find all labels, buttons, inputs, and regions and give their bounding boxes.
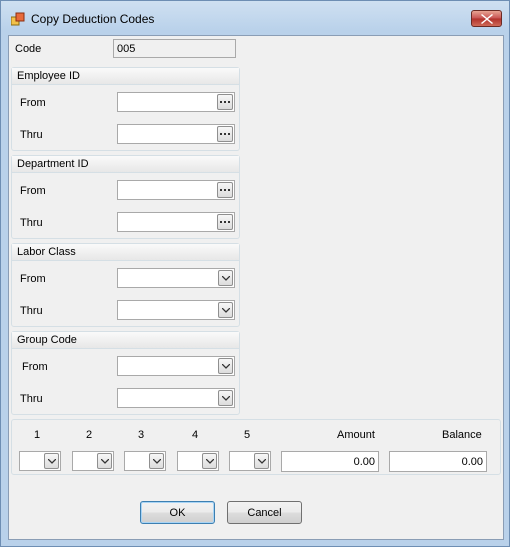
- chevron-down-icon: [222, 364, 230, 369]
- period-1-select[interactable]: [19, 451, 61, 471]
- balance-input[interactable]: 0.00: [389, 451, 487, 472]
- period-2-dropdown-button[interactable]: [97, 453, 112, 469]
- department-id-from-browse-button[interactable]: [217, 182, 233, 198]
- period-2-select[interactable]: [72, 451, 114, 471]
- close-icon: [481, 14, 493, 24]
- chevron-down-icon: [222, 308, 230, 313]
- cancel-button[interactable]: Cancel: [227, 501, 302, 524]
- balance-label: Balance: [442, 429, 482, 441]
- labor-class-from-select[interactable]: [117, 268, 235, 288]
- period-5-select[interactable]: [229, 451, 271, 471]
- window-title: Copy Deduction Codes: [31, 12, 155, 26]
- chevron-down-icon: [153, 459, 161, 464]
- group-code-from-select[interactable]: [117, 356, 235, 376]
- chevron-down-icon: [222, 396, 230, 401]
- chevron-down-icon: [258, 459, 266, 464]
- period-5-header: 5: [244, 429, 251, 441]
- period-3-header: 3: [138, 429, 145, 441]
- department-id-thru-input[interactable]: [117, 212, 235, 232]
- code-field: 005: [113, 39, 236, 58]
- employee-id-from-input[interactable]: [117, 92, 235, 112]
- amount-label: Amount: [337, 429, 375, 441]
- ok-button[interactable]: OK: [140, 501, 215, 524]
- ellipsis-icon: [220, 133, 222, 135]
- ellipsis-icon: [220, 221, 222, 223]
- title-bar: Copy Deduction Codes: [1, 1, 509, 35]
- group-code-thru-label: Thru: [20, 393, 43, 405]
- labor-class-thru-label: Thru: [20, 305, 43, 317]
- department-id-group: Department ID From Thru: [11, 155, 240, 239]
- amount-input[interactable]: 0.00: [281, 451, 379, 472]
- period-4-header: 4: [192, 429, 199, 441]
- period-4-select[interactable]: [177, 451, 219, 471]
- dialog-body: Code 005 Employee ID From Thru Departmen…: [8, 35, 504, 540]
- close-button[interactable]: [471, 10, 502, 27]
- period-3-select[interactable]: [124, 451, 166, 471]
- labor-class-from-label: From: [20, 273, 46, 285]
- employee-id-group-title: Employee ID: [12, 68, 239, 85]
- labor-class-thru-dropdown-button[interactable]: [218, 302, 233, 318]
- ellipsis-icon: [220, 101, 222, 103]
- period-3-dropdown-button[interactable]: [149, 453, 164, 469]
- chevron-down-icon: [48, 459, 56, 464]
- group-code-group: Group Code From Thru: [11, 331, 240, 415]
- department-id-thru-browse-button[interactable]: [217, 214, 233, 230]
- labor-class-thru-select[interactable]: [117, 300, 235, 320]
- department-id-from-label: From: [20, 185, 46, 197]
- group-code-thru-dropdown-button[interactable]: [218, 390, 233, 406]
- employee-id-thru-browse-button[interactable]: [217, 126, 233, 142]
- chevron-down-icon: [206, 459, 214, 464]
- labor-class-group-title: Labor Class: [12, 244, 239, 261]
- period-4-dropdown-button[interactable]: [202, 453, 217, 469]
- periods-panel: 1 2 3 4 5 Amount Balance 0.00 0.00: [11, 419, 501, 475]
- period-1-dropdown-button[interactable]: [44, 453, 59, 469]
- department-id-thru-label: Thru: [20, 217, 43, 229]
- group-code-group-title: Group Code: [12, 332, 239, 349]
- period-1-header: 1: [34, 429, 41, 441]
- group-code-from-label: From: [22, 361, 48, 373]
- chevron-down-icon: [222, 276, 230, 281]
- group-code-from-dropdown-button[interactable]: [218, 358, 233, 374]
- code-label: Code: [15, 43, 42, 55]
- department-id-group-title: Department ID: [12, 156, 239, 173]
- period-2-header: 2: [86, 429, 93, 441]
- department-id-from-input[interactable]: [117, 180, 235, 200]
- app-icon: [11, 12, 25, 26]
- group-code-thru-select[interactable]: [117, 388, 235, 408]
- ellipsis-icon: [220, 189, 222, 191]
- chevron-down-icon: [101, 459, 109, 464]
- labor-class-group: Labor Class From Thru: [11, 243, 240, 327]
- employee-id-group: Employee ID From Thru: [11, 67, 240, 151]
- employee-id-from-browse-button[interactable]: [217, 94, 233, 110]
- labor-class-from-dropdown-button[interactable]: [218, 270, 233, 286]
- employee-id-thru-input[interactable]: [117, 124, 235, 144]
- employee-id-thru-label: Thru: [20, 129, 43, 141]
- period-5-dropdown-button[interactable]: [254, 453, 269, 469]
- dialog-window: Copy Deduction Codes Code 005 Employee I…: [0, 0, 510, 547]
- employee-id-from-label: From: [20, 97, 46, 109]
